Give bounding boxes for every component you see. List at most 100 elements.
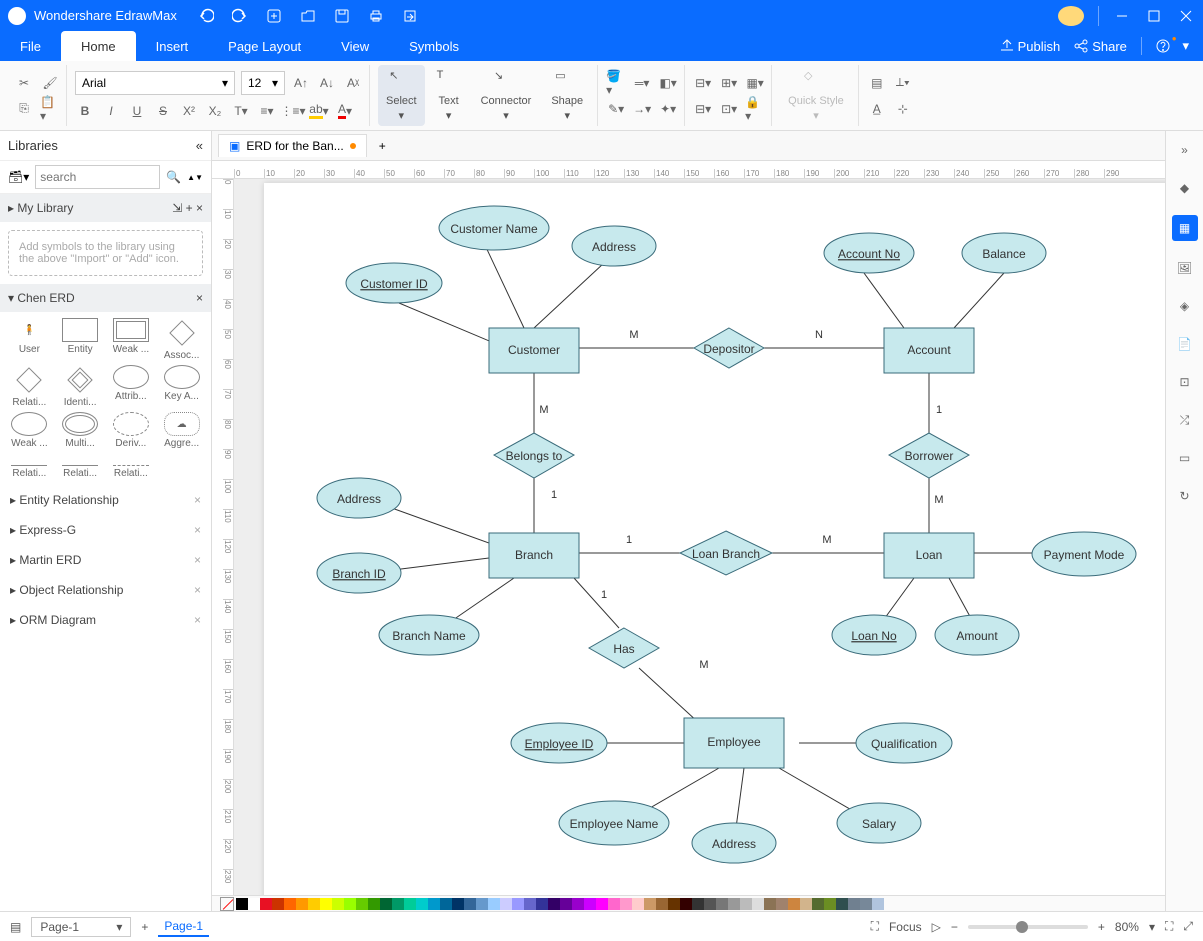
shape-relationship[interactable]: Relati... xyxy=(6,365,53,408)
color-swatch[interactable] xyxy=(668,898,680,910)
fullscreen-icon[interactable]: ⤢ xyxy=(1183,919,1193,934)
fill-icon[interactable]: 🪣▾ xyxy=(606,73,626,93)
color-swatch[interactable] xyxy=(716,898,728,910)
color-swatch[interactable] xyxy=(464,898,476,910)
color-swatch[interactable] xyxy=(800,898,812,910)
color-swatch[interactable] xyxy=(440,898,452,910)
focus-icon[interactable]: ⛶ xyxy=(871,919,879,934)
color-swatch[interactable] xyxy=(284,898,296,910)
font-size-select[interactable]: 12▾ xyxy=(241,71,285,95)
save-icon[interactable] xyxy=(333,7,351,25)
shape-derived-attr[interactable]: Deriv... xyxy=(108,412,155,449)
shuffle-icon[interactable]: ⤮ xyxy=(1174,409,1196,431)
color-swatch[interactable] xyxy=(536,898,548,910)
color-swatch[interactable] xyxy=(368,898,380,910)
shape-aggregation[interactable]: ☁Aggre... xyxy=(158,412,205,449)
color-swatch[interactable] xyxy=(812,898,824,910)
zoom-out-button[interactable]: − xyxy=(951,920,958,934)
print-icon[interactable] xyxy=(367,7,385,25)
color-swatch[interactable] xyxy=(776,898,788,910)
color-swatch[interactable] xyxy=(740,898,752,910)
color-swatch[interactable] xyxy=(308,898,320,910)
more-icon[interactable]: ⊹ xyxy=(893,99,913,119)
bullets-icon[interactable]: ⋮≡▾ xyxy=(283,101,303,121)
quick-style-button[interactable]: ◇Quick Style▾ xyxy=(780,65,852,126)
import-icon[interactable]: ⇲ xyxy=(172,201,182,215)
shape-assoc[interactable]: Assoc... xyxy=(158,318,205,361)
add-page-button[interactable]: + xyxy=(141,920,148,934)
color-swatch[interactable] xyxy=(848,898,860,910)
line-style-icon[interactable]: ═▾ xyxy=(632,73,652,93)
shape-relation-1[interactable]: Relati... xyxy=(6,453,53,479)
size-icon[interactable]: ⊡▾ xyxy=(719,99,739,119)
lib-orm-diagram[interactable]: ▸ ORM Diagram× xyxy=(0,605,211,635)
effects-icon[interactable]: ✦▾ xyxy=(658,99,678,119)
color-swatch[interactable] xyxy=(320,898,332,910)
spacing-icon[interactable]: ≡▾ xyxy=(257,101,277,121)
shadow-icon[interactable]: ◧▾ xyxy=(658,73,678,93)
shape-multi-attr[interactable]: Multi... xyxy=(57,412,104,449)
shape-relation-2[interactable]: Relati... xyxy=(57,453,104,479)
format-painter-icon[interactable]: 🖌 xyxy=(40,73,60,93)
page-select[interactable]: Page-1▾ xyxy=(31,917,131,937)
font-select[interactable]: Arial▾ xyxy=(75,71,235,95)
share-button[interactable]: Share xyxy=(1074,39,1127,54)
color-swatch[interactable] xyxy=(500,898,512,910)
shape-attribute[interactable]: Attrib... xyxy=(108,365,155,408)
theme-icon[interactable]: ◆ xyxy=(1174,177,1196,199)
cut-icon[interactable]: ✂ xyxy=(14,73,34,93)
color-swatch[interactable] xyxy=(836,898,848,910)
color-swatch[interactable] xyxy=(656,898,668,910)
underline-icon[interactable]: U xyxy=(127,101,147,121)
close-chen-icon[interactable]: × xyxy=(196,291,203,305)
copy-icon[interactable]: ⎘ xyxy=(14,99,34,119)
color-swatch[interactable] xyxy=(704,898,716,910)
align-icon[interactable]: ⊟▾ xyxy=(693,73,713,93)
no-fill-icon[interactable] xyxy=(220,897,234,911)
shape-key-attr[interactable]: Key A... xyxy=(158,365,205,408)
present-icon[interactable]: ▭ xyxy=(1174,447,1196,469)
case-icon[interactable]: T▾ xyxy=(231,101,251,121)
shape-weak-attr[interactable]: Weak ... xyxy=(6,412,53,449)
shape-relation-3[interactable]: Relati... xyxy=(108,453,155,479)
shape-user[interactable]: 🧍User xyxy=(6,318,53,361)
color-swatch[interactable] xyxy=(872,898,884,910)
add-icon[interactable]: + xyxy=(186,201,193,215)
document-tab[interactable]: ▣ERD for the Ban... xyxy=(218,134,367,157)
color-swatch[interactable] xyxy=(548,898,560,910)
subscript-icon[interactable]: X₂ xyxy=(205,101,225,121)
lib-object-relationship[interactable]: ▸ Object Relationship× xyxy=(0,575,211,605)
size-panel-icon[interactable]: ⊡ xyxy=(1174,371,1196,393)
bold-icon[interactable]: B xyxy=(75,101,95,121)
color-swatch[interactable] xyxy=(644,898,656,910)
color-swatch[interactable] xyxy=(824,898,836,910)
help-icon[interactable]: •▾ xyxy=(1156,38,1189,54)
sort-icon[interactable]: ▲▼ xyxy=(187,173,203,182)
color-swatch[interactable] xyxy=(260,898,272,910)
layers-panel-icon[interactable]: ◈ xyxy=(1174,295,1196,317)
tab-insert[interactable]: Insert xyxy=(136,31,209,61)
crop-icon[interactable]: ⟂▾ xyxy=(893,73,913,93)
italic-icon[interactable]: I xyxy=(101,101,121,121)
color-swatch[interactable] xyxy=(476,898,488,910)
color-swatch[interactable] xyxy=(380,898,392,910)
lock-icon[interactable]: 🔒▾ xyxy=(745,99,765,119)
export-icon[interactable] xyxy=(401,7,419,25)
lib-entity-relationship[interactable]: ▸ Entity Relationship× xyxy=(0,485,211,515)
connector-tool[interactable]: ↘Connector▾ xyxy=(473,65,540,126)
maximize-icon[interactable] xyxy=(1145,7,1163,25)
strike-icon[interactable]: S xyxy=(153,101,173,121)
distribute-icon[interactable]: ⊟▾ xyxy=(693,99,713,119)
symbol-icon[interactable]: A̲ xyxy=(867,99,887,119)
color-swatch[interactable] xyxy=(236,898,248,910)
color-swatch[interactable] xyxy=(860,898,872,910)
shape-weak-entity[interactable]: Weak ... xyxy=(108,318,155,361)
search-icon[interactable]: 🔍 xyxy=(166,170,181,184)
select-tool[interactable]: ↖Select▾ xyxy=(378,65,425,126)
color-swatch[interactable] xyxy=(764,898,776,910)
chen-erd-title[interactable]: Chen ERD xyxy=(17,291,74,305)
color-swatch[interactable] xyxy=(356,898,368,910)
redo-icon[interactable] xyxy=(231,7,249,25)
new-icon[interactable] xyxy=(265,7,283,25)
fit-page-icon[interactable]: ⛶ xyxy=(1165,919,1173,934)
